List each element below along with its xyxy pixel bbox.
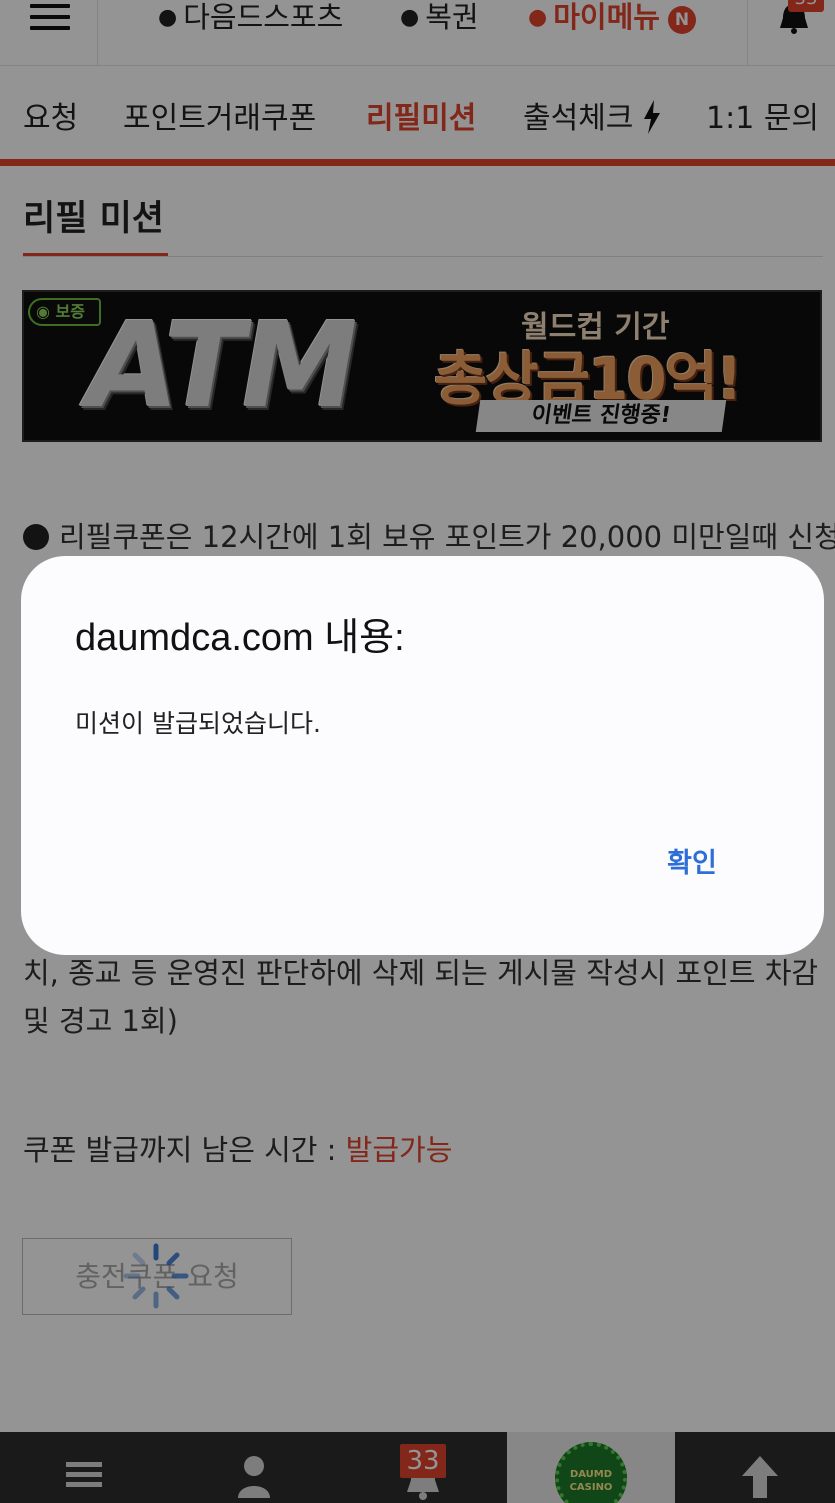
ok-button[interactable]: 확인 [657,842,727,886]
alert-dialog: daumdca.com 내용: 미션이 발급되었습니다. 확인 [21,556,824,955]
dialog-message: 미션이 발급되었습니다. [75,709,321,738]
dialog-title: daumdca.com 내용: [75,617,405,659]
